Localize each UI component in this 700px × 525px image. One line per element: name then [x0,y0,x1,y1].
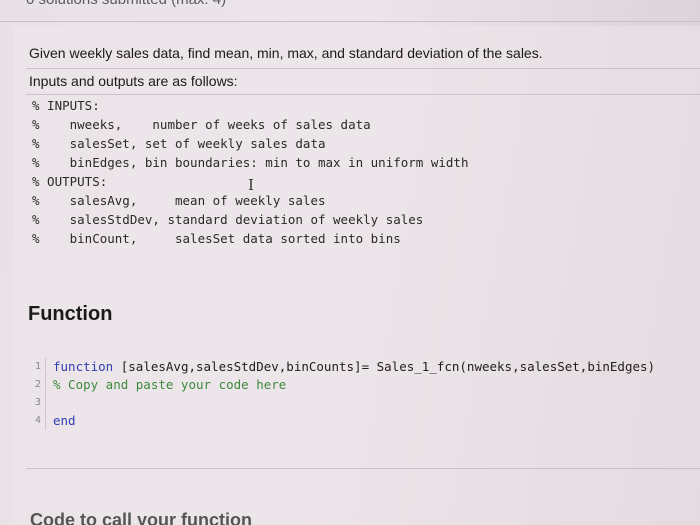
io-line: % INPUTS: [32,98,100,113]
code-line[interactable]: 4 end [26,412,700,430]
code-signature: [salesAvg,salesStdDev,binCounts]= Sales_… [113,359,656,374]
code-line[interactable]: 3 [26,394,700,412]
submission-count: 0 solutions submitted (max: 4) [26,0,226,8]
code-text[interactable]: function [salesAvg,salesStdDev,binCounts… [53,358,655,376]
io-line: % salesAvg, mean of weekly sales [32,193,326,208]
io-comment-block: % INPUTS: % nweeks, number of weeks of s… [26,96,700,256]
io-line: % salesSet, set of weekly sales data [32,136,326,151]
io-line: % salesStdDev, standard deviation of wee… [32,212,424,227]
io-line: % binCount, salesSet data sorted into bi… [32,231,401,246]
function-section-title: Function [28,303,113,325]
code-editor[interactable]: 1 function [salesAvg,salesStdDev,binCoun… [26,352,700,442]
io-intro: Inputs and outputs are as follows: [29,73,238,89]
io-line: % OUTPUTS: [32,174,108,189]
code-line[interactable]: 2 % Copy and paste your code here [26,376,700,394]
top-bar: 0 solutions submitted (max: 4) [0,0,700,22]
line-number: 1 [26,358,46,376]
divider [26,68,700,69]
next-section-title: Code to call your function [30,510,253,525]
code-line[interactable]: 1 function [salesAvg,salesStdDev,binCoun… [26,358,700,376]
io-line: % binEdges, bin boundaries: min to max i… [32,155,469,170]
code-keyword: function [53,359,114,374]
line-number: 4 [26,412,46,430]
line-number: 2 [26,376,46,394]
code-comment[interactable]: % Copy and paste your code here [53,376,286,394]
divider [26,94,700,95]
io-line: % nweeks, number of weeks of sales data [32,117,371,132]
text-cursor-icon: I [248,176,254,194]
problem-description: Given weekly sales data, find mean, min,… [29,45,543,61]
code-keyword[interactable]: end [53,412,76,430]
divider [26,468,700,469]
line-number: 3 [26,394,46,412]
